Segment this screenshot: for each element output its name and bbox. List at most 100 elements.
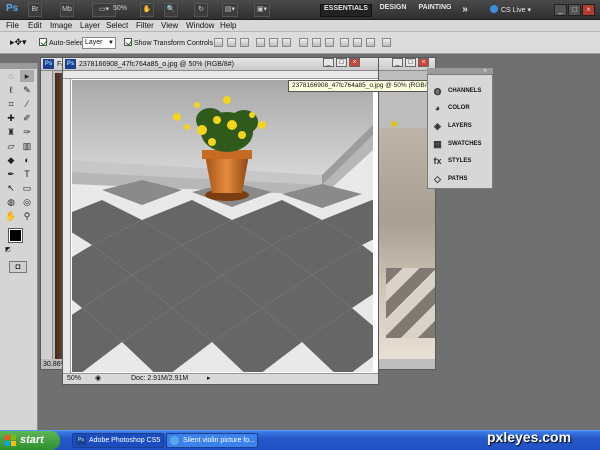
3d-orbit-tool-icon[interactable]: ◎ — [20, 196, 34, 208]
menu-help[interactable]: Help — [220, 20, 236, 32]
vertical-ruler — [63, 79, 71, 373]
align-left-icon[interactable] — [256, 38, 265, 47]
back-minimize-button[interactable]: _ — [392, 58, 403, 67]
menu-layer[interactable]: Layer — [80, 20, 100, 32]
paths-icon: ◇ — [434, 174, 441, 184]
panels-dock: ◍ CHANNELS ◕ COLOR ◈ LAYERS ▦ SWATCHES fx STY… — [427, 74, 493, 189]
clone-stamp-tool-icon[interactable]: ♜ — [4, 126, 18, 138]
menu-window[interactable]: Window — [186, 20, 214, 32]
align-vcenter-icon[interactable] — [227, 38, 236, 47]
taskbar-item-photoshop[interactable]: Ps Adobe Photoshop CS5 — [72, 433, 164, 448]
back-document-ruler — [41, 71, 53, 359]
cs-live-menu[interactable]: CS Live ▾ — [490, 4, 531, 17]
front-minimize-button[interactable]: _ — [323, 58, 334, 67]
front-document-title: 2378166908_47fc764a85_o.jpg @ 50% (RGB/8… — [79, 61, 234, 68]
front-document-zoom[interactable]: 50% — [67, 374, 81, 384]
hand-tool-icon[interactable]: ✋ — [4, 210, 18, 222]
transform-controls-checkbox[interactable]: Show Transform Controls — [124, 38, 213, 47]
cs-live-icon — [490, 5, 498, 13]
tools-panel-header[interactable] — [0, 63, 37, 69]
menu-filter[interactable]: Filter — [136, 20, 154, 32]
move-tool-preset-icon[interactable]: ▸✥▾ — [10, 37, 27, 48]
align-top-icon[interactable] — [214, 38, 223, 47]
maximize-button[interactable]: □ — [568, 4, 581, 16]
zoom-tool-icon[interactable]: ⚲ — [20, 210, 34, 222]
close-button[interactable]: × — [582, 4, 595, 16]
zoom-icon[interactable]: 🔍 — [164, 3, 178, 17]
marquee-tool-icon[interactable]: ◌ — [4, 70, 18, 82]
distribute-right-icon[interactable] — [366, 38, 375, 47]
panel-styles[interactable]: fx STYLES — [428, 153, 492, 170]
brush-tool-icon[interactable]: ✐ — [20, 112, 34, 124]
screen-mode-icon[interactable]: ▣▾ — [254, 3, 270, 17]
align-right-icon[interactable] — [282, 38, 291, 47]
lasso-tool-icon[interactable]: ℓ — [4, 84, 18, 96]
panel-layers[interactable]: ◈ LAYERS — [428, 118, 492, 135]
menu-view[interactable]: View — [161, 20, 178, 32]
swatches-icon: ▦ — [433, 139, 442, 149]
distribute-hcenter-icon[interactable] — [353, 38, 362, 47]
distribute-bottom-icon[interactable] — [325, 38, 334, 47]
dodge-tool-icon[interactable]: ◐ — [20, 154, 34, 166]
eyedropper-tool-icon[interactable]: ⁄ — [20, 98, 34, 110]
workspace-painting[interactable]: PAINTING — [416, 4, 454, 17]
healing-tool-icon[interactable]: ✚ — [4, 112, 18, 124]
minibridge-icon[interactable]: Mb — [60, 3, 74, 17]
front-close-button[interactable]: × — [349, 58, 360, 67]
eraser-tool-icon[interactable]: ▱ — [4, 140, 18, 152]
auto-select-checkbox[interactable]: Auto-Select: — [39, 38, 87, 47]
back-close-button[interactable]: × — [418, 58, 429, 67]
panel-paths[interactable]: ◇ PATHS — [428, 171, 492, 188]
distribute-vcenter-icon[interactable] — [312, 38, 321, 47]
distribute-top-icon[interactable] — [299, 38, 308, 47]
align-bottom-icon[interactable] — [240, 38, 249, 47]
default-colors-icon[interactable]: ◩ — [5, 246, 11, 253]
document-canvas[interactable] — [72, 80, 373, 372]
front-maximize-button[interactable]: □ — [336, 58, 347, 67]
move-tool-icon[interactable]: ▸ — [20, 70, 34, 82]
crop-tool-icon[interactable]: ⌗ — [4, 98, 18, 110]
workspace-essentials[interactable]: ESSENTIALS — [320, 4, 372, 17]
quick-mask-icon[interactable]: ◘ — [9, 261, 27, 273]
panel-swatches[interactable]: ▦ SWATCHES — [428, 136, 492, 153]
panel-channels[interactable]: ◍ CHANNELS — [428, 83, 492, 100]
bridge-icon[interactable]: Br — [28, 3, 42, 17]
back-flower-detail — [388, 118, 397, 127]
menu-select[interactable]: Select — [106, 20, 128, 32]
path-select-tool-icon[interactable]: ↖ — [4, 182, 18, 194]
foreground-color-swatch[interactable] — [8, 228, 23, 243]
auto-align-icon[interactable] — [382, 38, 391, 47]
tools-panel: ◌ ▸ ℓ ✎ ⌗ ⁄ ✚ ✐ ♜ ✑ ▱ ▥ ◆ ◐ ✒ T ↖ ▭ ◍ ◎ … — [0, 63, 38, 435]
align-hcenter-icon[interactable] — [269, 38, 278, 47]
layers-icon: ◈ — [434, 121, 441, 131]
taskbar-item-browser-label: Silent violin picture fo... — [183, 437, 255, 444]
workspace-design[interactable]: DESIGN — [378, 4, 408, 17]
blur-tool-icon[interactable]: ◆ — [4, 154, 18, 166]
back-maximize-button[interactable]: □ — [405, 58, 416, 67]
hand-tool-icon[interactable]: ✋ — [140, 3, 154, 17]
pen-tool-icon[interactable]: ✒ — [4, 168, 18, 180]
more-workspaces-button[interactable]: » — [458, 4, 472, 17]
menu-file[interactable]: File — [6, 20, 19, 32]
quick-select-tool-icon[interactable]: ✎ — [20, 84, 34, 96]
panel-color[interactable]: ◕ COLOR — [428, 100, 492, 117]
taskbar-item-browser[interactable]: Silent violin picture fo... — [166, 433, 258, 448]
gradient-tool-icon[interactable]: ▥ — [20, 140, 34, 152]
menu-edit[interactable]: Edit — [28, 20, 42, 32]
history-brush-tool-icon[interactable]: ✑ — [20, 126, 34, 138]
shape-tool-icon[interactable]: ▭ — [20, 182, 34, 194]
auto-select-dropdown[interactable]: Layer ▼ — [82, 37, 116, 49]
menu-image[interactable]: Image — [50, 20, 72, 32]
type-tool-icon[interactable]: T — [20, 168, 34, 180]
channels-icon: ◍ — [433, 86, 442, 96]
photoshop-task-icon: Ps — [76, 436, 86, 445]
arrange-documents-icon[interactable]: ▤▾ — [222, 3, 238, 17]
zoom-level[interactable]: 50% — [106, 3, 134, 17]
status-arrow-icon[interactable]: ▸ — [207, 374, 211, 384]
photoshop-logo: Ps — [6, 3, 19, 14]
distribute-left-icon[interactable] — [340, 38, 349, 47]
rotate-view-icon[interactable]: ↻ — [194, 3, 208, 17]
minimize-button[interactable]: _ — [554, 4, 567, 16]
status-nav-icon[interactable]: ◉ — [95, 374, 101, 384]
3d-rotate-tool-icon[interactable]: ◍ — [4, 196, 18, 208]
